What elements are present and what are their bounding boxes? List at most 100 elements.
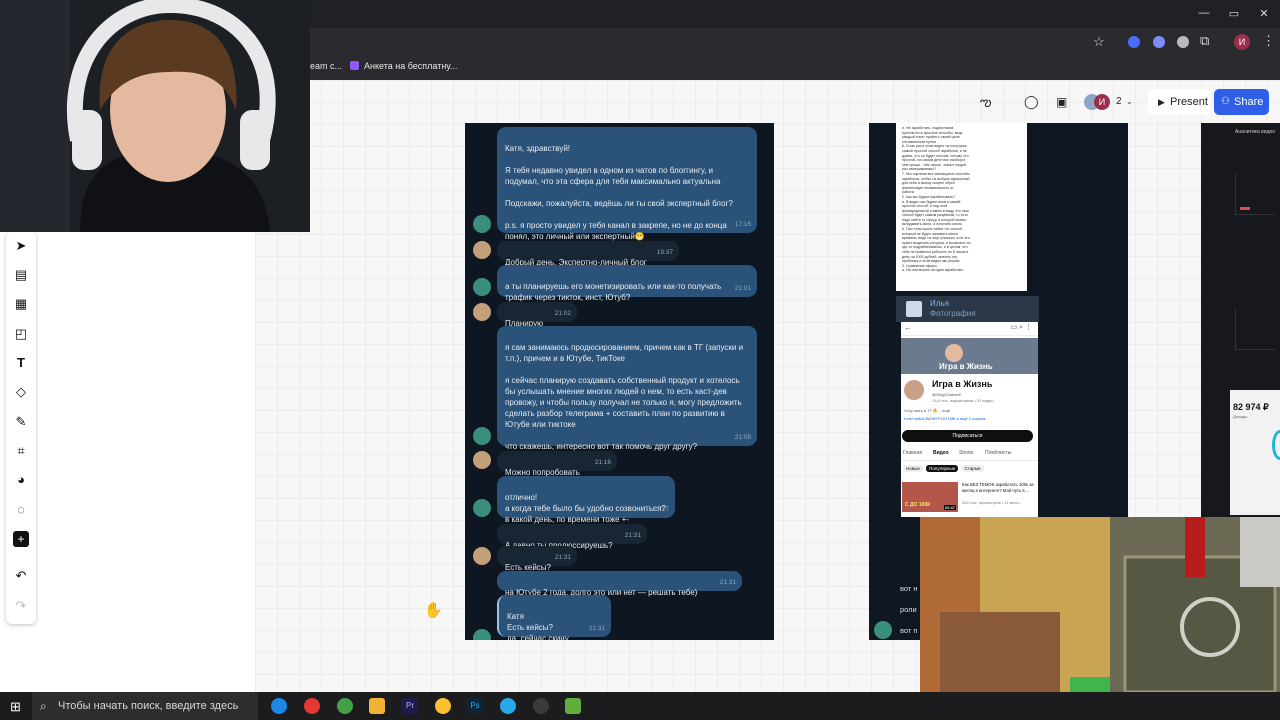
shapes-icon[interactable]: ◇	[13, 384, 29, 400]
yt-topbar: ← ▭ ⌕ ⋮	[901, 322, 1038, 336]
file-explorer-icon[interactable]	[369, 698, 385, 714]
avatar	[473, 278, 491, 296]
webcam-person-image	[0, 0, 310, 232]
subscribe-button: Подписаться	[902, 430, 1033, 442]
extension-icon[interactable]	[1177, 36, 1189, 48]
chat-message: Можно попробовать 21:16	[497, 451, 617, 477]
avatar	[473, 241, 491, 259]
avatar	[473, 215, 491, 233]
bookmark-star-icon[interactable]: ☆	[1093, 34, 1105, 50]
frame-layout-icon[interactable]: ▦	[13, 296, 29, 312]
bookmark-item[interactable]: eam c...	[310, 61, 342, 71]
avatar	[473, 547, 491, 565]
avatar: И	[1094, 94, 1110, 110]
chat-reply-message: Катя Есть кейсы? да, сейчас скину 21:31	[497, 595, 611, 640]
play-icon: ▶	[1158, 97, 1165, 107]
chat-message: на Ютубе 2 года, долго это или нет — реш…	[497, 571, 742, 597]
revenue-card: 82 974 ₽ Доходы	[1230, 390, 1280, 515]
telegram-chat-screenshot[interactable]: Катя, здравствуй! Я тебя недавно увидел …	[465, 123, 774, 640]
add-more-icon[interactable]: +	[13, 531, 29, 547]
video-call-icon[interactable]: ▣	[1056, 89, 1076, 115]
comment-bubble-icon[interactable]: ◌	[13, 502, 29, 518]
avatar	[473, 427, 491, 445]
share-button[interactable]: ⚇ Share	[1214, 89, 1269, 115]
channel-tabs: Главная Видео Shorts Плейлисты	[901, 450, 1038, 461]
premiere-icon[interactable]: Pr	[402, 698, 418, 714]
select-cursor-icon[interactable]: ➤	[13, 238, 29, 254]
mini-chart	[1235, 308, 1275, 350]
video-thumbnail: С ДО 100К 22:47	[902, 482, 958, 512]
chart-marker	[1240, 207, 1250, 210]
extension-icon[interactable]	[1128, 36, 1140, 48]
telegram-icon[interactable]	[500, 698, 516, 714]
script-document-page: и. Не заработать, подписчиков, причем ес…	[896, 123, 1027, 291]
avatar	[473, 629, 491, 640]
bookmark-item[interactable]: Анкета на бесплатну...	[350, 61, 457, 71]
chrome-icon[interactable]	[435, 698, 451, 714]
frame-crop-icon[interactable]: ⌗	[13, 443, 29, 459]
game-scene	[920, 517, 1280, 692]
profile-avatar[interactable]: И	[1234, 34, 1250, 50]
youtube-channel-screenshot: ← ▭ ⌕ ⋮ Игра в Жизнь Игра в Жизнь @OlegC…	[901, 322, 1038, 517]
banner-person	[945, 344, 963, 362]
undo-icon[interactable]: ↶	[13, 568, 29, 584]
avatar	[473, 303, 491, 321]
extension-icon[interactable]	[1153, 36, 1165, 48]
collaborators[interactable]: И 2 ⌄	[1084, 89, 1133, 115]
avatar	[874, 621, 892, 639]
pen-icon[interactable]: ✎	[13, 414, 29, 430]
donut-chart	[1272, 430, 1280, 460]
restore-icon[interactable]: ▭	[1224, 7, 1244, 20]
hand-cursor-icon: ✋	[424, 602, 443, 619]
board-header-actions: ఌ ◯ ▣ И 2 ⌄ ▶ Present ⚇ Share	[972, 89, 1272, 115]
sticky-note-icon[interactable]: ◰	[13, 326, 29, 342]
comment-icon[interactable]: ◯	[1024, 89, 1044, 115]
edge-icon[interactable]	[271, 698, 287, 714]
chat-message: А давно ты продюссируешь? 21:31	[497, 524, 647, 550]
reactions-icon[interactable]: ఌ	[980, 89, 1012, 115]
photoshop-icon[interactable]: Ps	[467, 698, 483, 714]
minimize-icon[interactable]: —	[1194, 7, 1214, 19]
chrome-icon[interactable]	[304, 698, 320, 714]
puzzle-icon[interactable]: ⧉	[1200, 33, 1209, 49]
photo-thumb-icon	[906, 301, 922, 317]
chrome-icon[interactable]	[337, 698, 353, 714]
palette-icon[interactable]: ◕	[13, 472, 29, 488]
windows-start-icon[interactable]: ⊞	[10, 699, 21, 715]
chat-message: Планирую 21:02	[497, 302, 577, 328]
tool-palette: ➤ ▤ ▦ ◰ T ◇ ✎ ⌗ ◕ ◌ + ↶ ↷	[6, 232, 36, 624]
redo-icon[interactable]: ↷	[13, 598, 29, 614]
channel-banner: Игра в Жизнь	[901, 338, 1038, 374]
game-capture	[920, 517, 1280, 692]
photo-message-header: Илья Фотография	[896, 296, 1039, 322]
chat-message: Катя, здравствуй! Я тебя недавно увидел …	[497, 127, 757, 241]
chat-message: Добрый день. Экспертно-личный блог 19:37	[497, 241, 679, 267]
taskbar-search-box[interactable]: ⌕ Чтобы начать поиск, введите здесь	[32, 692, 258, 720]
message-preview: вот н роли вот п	[900, 584, 918, 635]
chat-message: Есть кейсы? 21:31	[497, 546, 577, 572]
sort-chips: Новые Популярные Старые	[903, 465, 984, 472]
windows-taskbar: ⊞ ⌕ Чтобы начать поиск, введите здесь Pr…	[0, 692, 1280, 720]
collaborators-count: 2	[1116, 96, 1122, 107]
search-icon: ⌕	[40, 699, 47, 713]
present-button[interactable]: ▶ Present	[1148, 89, 1210, 115]
chat-message: а ты планируешь его монетизировать или к…	[497, 265, 757, 302]
form-icon	[350, 61, 359, 70]
text-tool-icon[interactable]: T	[13, 355, 29, 371]
mini-chart	[1235, 173, 1275, 215]
people-icon: ⚇	[1221, 96, 1230, 107]
obs-icon[interactable]	[533, 698, 549, 714]
avatar	[473, 499, 491, 517]
chat-message: отлично! а когда тебе было бы удобно соз…	[497, 476, 675, 524]
avatar	[473, 451, 491, 469]
left-panel-background	[0, 232, 255, 692]
chevron-down-icon: ⌄	[1126, 97, 1133, 106]
back-arrow-icon: ←	[904, 323, 912, 332]
templates-icon[interactable]: ▤	[13, 267, 29, 283]
menu-dots-icon[interactable]: ⋮	[1262, 33, 1275, 49]
yt-toolbar-icons: ▭ ⌕ ⋮	[1010, 324, 1032, 331]
minecraft-icon[interactable]	[565, 698, 581, 714]
chat-message: я сам занимаюсь продюсированием, причем …	[497, 326, 757, 451]
channel-avatar	[904, 380, 924, 400]
close-window-icon[interactable]: ✕	[1254, 7, 1274, 20]
